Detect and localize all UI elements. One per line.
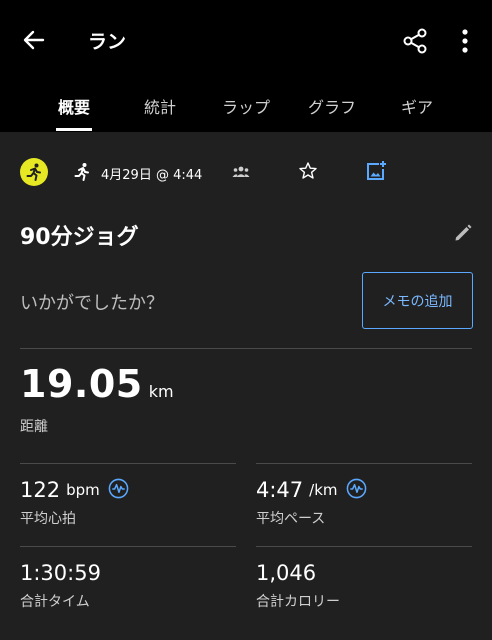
share-button[interactable] [398, 24, 432, 58]
divider [20, 546, 236, 547]
add-photo-icon[interactable] [365, 160, 387, 182]
star-icon[interactable] [298, 161, 318, 181]
share-icon [403, 28, 427, 54]
heart-rate-stat: 122 bpm [20, 478, 129, 502]
feedback-prompt: いかがでしたか？ [20, 293, 164, 314]
heart-rate-value: 122 [20, 478, 61, 502]
activity-type-badge [20, 158, 48, 186]
tab-laps[interactable]: ラップ [210, 80, 282, 132]
pace-stat: 4:47 /km [256, 478, 367, 502]
add-memo-button[interactable]: メモの追加 [362, 272, 473, 329]
back-button[interactable] [16, 24, 52, 56]
running-icon [74, 163, 89, 181]
distance-stat: 19.05 km [20, 362, 174, 406]
heart-wave-icon[interactable] [108, 478, 129, 499]
tab-overview[interactable]: 概要 [42, 80, 106, 132]
people-icon[interactable] [232, 164, 250, 180]
activity-datetime: 4月29日 @ 4:44 [101, 168, 203, 183]
distance-value: 19.05 [20, 362, 143, 406]
divider [256, 463, 472, 464]
heart-rate-unit: bpm [66, 481, 100, 499]
running-icon [26, 163, 41, 181]
activity-name: 90分ジョグ [20, 225, 139, 250]
total-time-label: 合計タイム [20, 594, 90, 610]
back-arrow-icon [23, 30, 45, 50]
total-time-stat: 1:30:59 [20, 561, 101, 585]
calories-label: 合計カロリー [256, 594, 340, 610]
tab-bar: 概要 統計 ラップ グラフ ギア [0, 80, 492, 132]
pace-label: 平均ペース [256, 511, 326, 527]
tab-stats[interactable]: 統計 [128, 80, 192, 132]
active-tab-indicator [56, 128, 92, 131]
tab-gear[interactable]: ギア [388, 80, 446, 132]
distance-unit: km [148, 382, 174, 401]
calories-stat: 1,046 [256, 561, 316, 585]
page-title: ラン [88, 31, 127, 53]
calories-value: 1,046 [256, 561, 317, 585]
divider [20, 463, 236, 464]
pace-value: 4:47 [256, 478, 304, 502]
more-vert-icon [462, 29, 468, 53]
total-time-value: 1:30:59 [20, 561, 101, 585]
divider [20, 348, 472, 349]
pencil-icon[interactable] [452, 222, 474, 244]
activity-info-row: 4月29日 @ 4:44 [0, 150, 492, 194]
app-bar: ラン [0, 0, 492, 80]
distance-label: 距離 [20, 419, 48, 435]
more-options-button[interactable] [452, 24, 478, 58]
tab-graphs[interactable]: グラフ [294, 80, 370, 132]
divider [256, 546, 472, 547]
heart-rate-label: 平均心拍 [20, 511, 76, 527]
pace-unit: /km [309, 481, 338, 499]
heart-wave-icon[interactable] [346, 478, 367, 499]
